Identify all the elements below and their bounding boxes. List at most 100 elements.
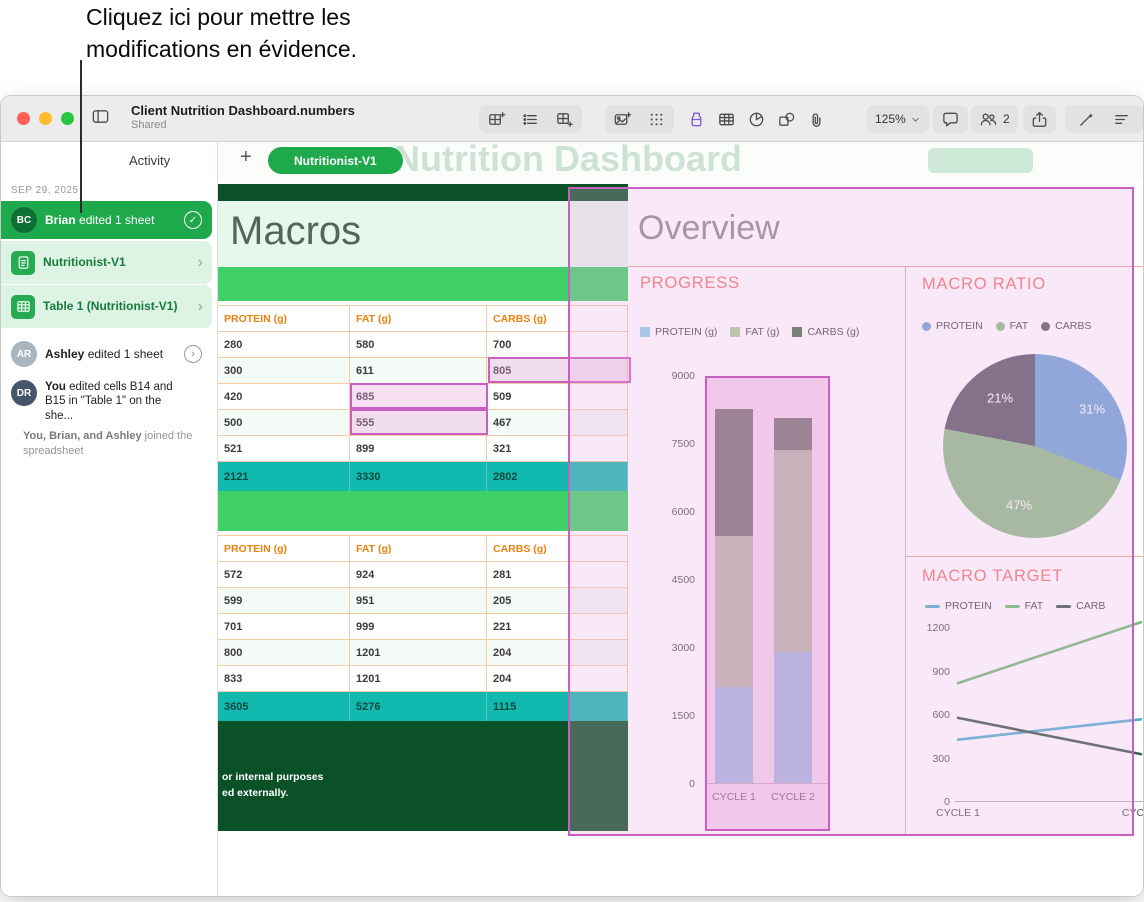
sidebar-toggle-icon (91, 107, 110, 126)
add-sheet-button[interactable]: + (240, 146, 252, 169)
activity-item-ashley[interactable]: AR Ashley edited 1 sheet › (1, 335, 212, 373)
pie-chart-icon (747, 110, 766, 129)
sidebar-toggle-button[interactable] (91, 107, 110, 126)
macros-table-2[interactable]: PROTEIN (g)FAT (g)CARBS (g)5729242815999… (218, 535, 628, 722)
macros-divider-band (218, 267, 628, 301)
total-cell[interactable]: 3330 (350, 462, 487, 492)
format-paint-button[interactable] (687, 110, 706, 129)
table-cell[interactable]: 701 (218, 614, 350, 640)
dots-grid-icon (647, 110, 666, 129)
column-header[interactable]: FAT (g) (350, 306, 487, 332)
media-group (605, 105, 674, 133)
total-cell[interactable]: 3605 (218, 692, 350, 722)
footer-note-line: ed externally. (222, 787, 288, 799)
insert-shape-button[interactable] (777, 110, 796, 129)
collaborator-count: 2 (1003, 112, 1010, 126)
table-grid-icon (11, 295, 35, 319)
ghost-sheet-banner: Nutrition Dashboard (394, 142, 742, 179)
activity-item-you[interactable]: DR You edited cells B14 and B15 in "Tabl… (1, 377, 212, 425)
share-button[interactable] (1023, 105, 1056, 133)
titlebar: Client Nutrition Dashboard.numbers Share… (1, 96, 1143, 142)
table-cell[interactable]: 521 (218, 436, 350, 462)
insert-table-icon (717, 110, 736, 129)
total-cell[interactable]: 2121 (218, 462, 350, 492)
document-title: Client Nutrition Dashboard.numbers (131, 103, 355, 118)
add-columns-icon (555, 110, 574, 129)
table-cell[interactable]: 1201 (350, 640, 487, 666)
activity-item-text: Ashley edited 1 sheet (45, 347, 163, 362)
highlighted-region-overview (568, 187, 1134, 836)
activity-item-joined: You, Brian, and Ashley joined the spread… (23, 429, 201, 459)
table-cell[interactable]: 500 (218, 410, 350, 436)
screenshot-canvas: Cliquez ici pour mettre les modification… (0, 0, 1144, 902)
comment-button[interactable] (933, 105, 968, 133)
activity-table-link[interactable]: Table 1 (Nutritionist-V1) › (1, 285, 212, 328)
table-cell[interactable]: 599 (218, 588, 350, 614)
add-columns-button[interactable] (555, 110, 574, 129)
attach-icon (807, 110, 826, 129)
insert-group (479, 105, 582, 133)
restore-changes-icon[interactable]: › (184, 345, 202, 363)
insert-image-icon (613, 110, 632, 129)
highlighted-cell-555 (350, 409, 488, 435)
avatar: BC (11, 207, 37, 233)
sheet-doc-icon (11, 251, 35, 275)
ghost-banner-pill (928, 148, 1033, 173)
table-cell[interactable]: 420 (218, 384, 350, 410)
table-cell[interactable]: 951 (350, 588, 487, 614)
check-circle-icon[interactable]: ✓ (184, 211, 202, 229)
sheet-tabs-area: Nutrition Dashboard + Nutritionist-V1 (218, 142, 1143, 179)
column-header[interactable]: PROTEIN (g) (218, 306, 350, 332)
title-block: Client Nutrition Dashboard.numbers Share… (131, 103, 355, 131)
activity-item-text: Brian edited 1 sheet (45, 213, 154, 228)
view-options-button[interactable] (1112, 110, 1131, 129)
numbers-window: Client Nutrition Dashboard.numbers Share… (0, 95, 1144, 897)
table-cell[interactable]: 1201 (350, 666, 487, 692)
activity-item-text: You edited cells B14 and B15 in "Table 1… (45, 380, 191, 423)
macros-divider-band (218, 491, 628, 531)
minimize-window-button[interactable] (39, 112, 52, 125)
attach-button[interactable] (807, 110, 826, 129)
activity-sidebar: SEP 29, 2025 BC Brian edited 1 sheet ✓ N… (1, 179, 218, 897)
insert-image-button[interactable] (613, 110, 632, 129)
column-header[interactable]: FAT (g) (350, 536, 487, 562)
zoom-control[interactable]: 125% (867, 105, 929, 133)
table-cell[interactable]: 300 (218, 358, 350, 384)
fullscreen-window-button[interactable] (61, 112, 74, 125)
macros-title-band: Macros (218, 201, 628, 267)
table-cell[interactable]: 800 (218, 640, 350, 666)
column-header[interactable]: PROTEIN (g) (218, 536, 350, 562)
close-window-button[interactable] (17, 112, 30, 125)
chevron-down-icon (910, 114, 921, 125)
total-cell[interactable]: 5276 (350, 692, 487, 722)
table-cell[interactable]: 580 (350, 332, 487, 358)
callout-pointer-line (80, 60, 82, 213)
avatar: AR (11, 341, 37, 367)
highlighted-region-bar-chart (705, 376, 830, 831)
table-cell[interactable]: 924 (350, 562, 487, 588)
retouch-button[interactable] (1077, 110, 1096, 129)
list-view-button[interactable] (521, 110, 540, 129)
format-group (1065, 105, 1143, 133)
highlighted-cell-685 (350, 383, 488, 409)
insert-chart-button[interactable] (747, 110, 766, 129)
callout-text: Cliquez ici pour mettre les modification… (86, 2, 456, 65)
macros-top-band (218, 184, 628, 201)
dots-grid-button[interactable] (647, 110, 666, 129)
table-cell[interactable]: 999 (350, 614, 487, 640)
table-cell[interactable]: 611 (350, 358, 487, 384)
activity-sheet-link[interactable]: Nutritionist-V1 › (1, 241, 212, 284)
table-cell[interactable]: 833 (218, 666, 350, 692)
table-cell[interactable]: 899 (350, 436, 487, 462)
table-cell[interactable]: 280 (218, 332, 350, 358)
insert-table-button[interactable] (717, 110, 736, 129)
tab-nutritionist-v1[interactable]: Nutritionist-V1 (268, 147, 403, 174)
macros-sheet-title: Macros (230, 209, 361, 254)
table-cell[interactable]: 572 (218, 562, 350, 588)
sheet-link-label: Nutritionist-V1 (43, 255, 126, 270)
footer-note-line: or internal purposes (222, 771, 324, 783)
collaborate-button[interactable]: 2 (971, 105, 1018, 133)
activity-item-brian[interactable]: BC Brian edited 1 sheet ✓ (1, 201, 212, 239)
spreadsheet-canvas[interactable]: Macros PROTEIN (g)FAT (g)CARBS (g)280580… (218, 179, 1143, 897)
insert-rows-button[interactable] (487, 110, 506, 129)
